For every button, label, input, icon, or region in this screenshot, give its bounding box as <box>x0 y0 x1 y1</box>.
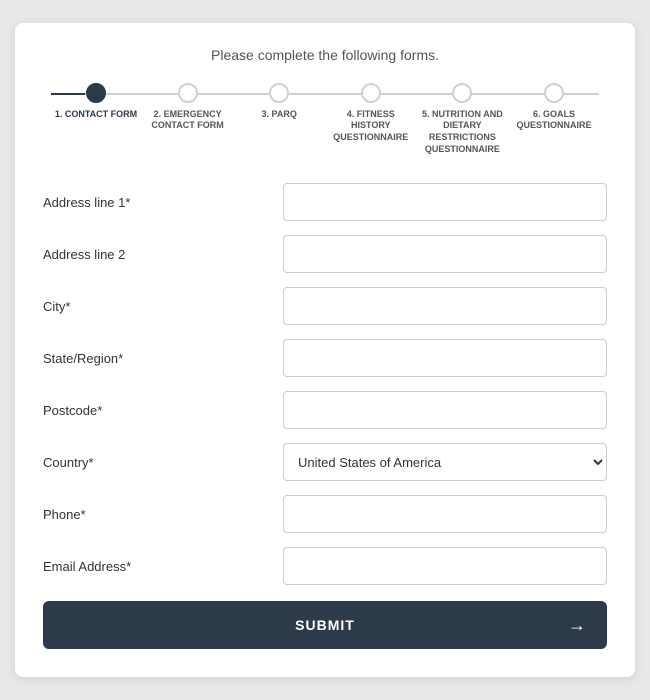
postcode-label: Postcode* <box>43 403 283 418</box>
phone-label: Phone* <box>43 507 283 522</box>
address-line-2-label: Address line 2 <box>43 247 283 262</box>
address-line-1-label: Address line 1* <box>43 195 283 210</box>
step-5: 5. NUTRITION AND DIETARY RESTRICTIONS QU… <box>417 83 507 156</box>
country-row: Country* United States of America United… <box>43 443 607 481</box>
address-line-1-input[interactable] <box>283 183 607 221</box>
step-4-circle <box>361 83 381 103</box>
state-label: State/Region* <box>43 351 283 366</box>
progress-bar: 1. CONTACT FORM 2. EMERGENCY CONTACT FOR… <box>43 83 607 156</box>
address-line-1-row: Address line 1* <box>43 183 607 221</box>
postcode-input[interactable] <box>283 391 607 429</box>
submit-label: SUBMIT <box>295 617 355 633</box>
steps-container: 1. CONTACT FORM 2. EMERGENCY CONTACT FOR… <box>51 83 599 156</box>
state-row: State/Region* <box>43 339 607 377</box>
step-6-label: 6. GOALS QUESTIONNAIRE <box>509 109 599 132</box>
step-1-label: 1. CONTACT FORM <box>55 109 137 121</box>
email-row: Email Address* <box>43 547 607 585</box>
step-3-circle <box>269 83 289 103</box>
step-2-circle <box>178 83 198 103</box>
step-5-label: 5. NUTRITION AND DIETARY RESTRICTIONS QU… <box>417 109 507 156</box>
step-4: 4. FITNESS HISTORY QUESTIONNAIRE <box>326 83 416 156</box>
step-2: 2. EMERGENCY CONTACT FORM <box>143 83 233 156</box>
address-line-2-row: Address line 2 <box>43 235 607 273</box>
submit-button[interactable]: SUBMIT → <box>43 601 607 649</box>
step-3: 3. PARQ <box>234 83 324 156</box>
phone-row: Phone* <box>43 495 607 533</box>
country-label: Country* <box>43 455 283 470</box>
address-line-2-input[interactable] <box>283 235 607 273</box>
step-5-circle <box>452 83 472 103</box>
state-input[interactable] <box>283 339 607 377</box>
submit-arrow-icon: → <box>568 615 587 636</box>
step-2-label: 2. EMERGENCY CONTACT FORM <box>143 109 233 132</box>
email-label: Email Address* <box>43 559 283 574</box>
city-row: City* <box>43 287 607 325</box>
step-3-label: 3. PARQ <box>262 109 297 121</box>
postcode-row: Postcode* <box>43 391 607 429</box>
form-card: Please complete the following forms. 1. … <box>15 23 635 678</box>
step-1-circle <box>86 83 106 103</box>
step-6: 6. GOALS QUESTIONNAIRE <box>509 83 599 156</box>
city-label: City* <box>43 299 283 314</box>
city-input[interactable] <box>283 287 607 325</box>
phone-input[interactable] <box>283 495 607 533</box>
country-select[interactable]: United States of America United Kingdom … <box>283 443 607 481</box>
step-6-circle <box>544 83 564 103</box>
step-1: 1. CONTACT FORM <box>51 83 141 156</box>
step-4-label: 4. FITNESS HISTORY QUESTIONNAIRE <box>326 109 416 144</box>
email-input[interactable] <box>283 547 607 585</box>
page-subtitle: Please complete the following forms. <box>43 47 607 63</box>
